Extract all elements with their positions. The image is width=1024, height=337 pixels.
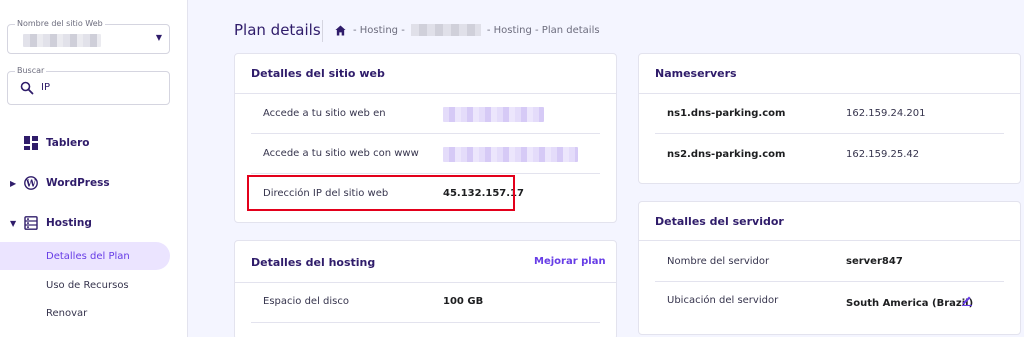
dashboard-icon xyxy=(24,136,38,150)
wordpress-icon: W xyxy=(24,176,38,190)
hosting-details-card: Detalles del hosting Mejorar plan Espaci… xyxy=(234,240,617,337)
server-location-value: South America (Brazil) xyxy=(846,298,974,309)
divider xyxy=(251,133,600,134)
card-title: Detalles del servidor xyxy=(655,215,784,228)
card-title: Detalles del sitio web xyxy=(251,67,385,80)
nameservers-card: Nameservers ns1.dns-parking.com 162.159.… xyxy=(638,53,1021,184)
nameserver-1: ns1.dns-parking.com xyxy=(667,108,786,119)
disk-space-value: 100 GB xyxy=(443,296,484,307)
breadcrumb-plan-details[interactable]: - Hosting - Plan details xyxy=(487,25,600,36)
hosting-icon xyxy=(24,216,38,230)
sidebar-subitem-renovar[interactable]: Renovar xyxy=(0,299,170,327)
divider xyxy=(639,240,1020,241)
site-select-legend: Nombre del sitio Web xyxy=(15,19,105,28)
sidebar-item-hosting[interactable]: ▼ Hosting xyxy=(0,212,188,234)
website-www-url-blurred[interactable] xyxy=(443,147,578,162)
chevron-down-icon[interactable]: ▼ xyxy=(10,219,16,228)
site-select-value-blurred xyxy=(23,34,101,47)
sidebar-subitem-label: Uso de Recursos xyxy=(46,279,129,291)
sidebar-item-wordpress[interactable]: ▶ W WordPress xyxy=(0,172,188,194)
breadcrumb-domain-blurred[interactable] xyxy=(410,24,481,36)
page-title: Plan details xyxy=(234,21,321,39)
divider xyxy=(235,282,616,283)
sidebar-subitem-uso-de-recursos[interactable]: Uso de Recursos xyxy=(0,271,170,299)
sidebar-item-label: Hosting xyxy=(46,217,92,229)
sidebar-subitem-label: Renovar xyxy=(46,307,88,319)
nameserver-2-ip: 162.159.25.42 xyxy=(846,149,920,160)
website-details-card: Detalles del sitio web Accede a tu sitio… xyxy=(234,53,617,223)
nameserver-1-ip: 162.159.24.201 xyxy=(846,108,926,119)
row-label: Accede a tu sitio web con www xyxy=(263,148,419,159)
edit-pencil-icon[interactable] xyxy=(961,294,973,306)
title-separator xyxy=(322,20,323,42)
divider xyxy=(251,173,600,174)
row-label: Ubicación del servidor xyxy=(667,295,779,306)
sidebar-subitem-label: Detalles del Plan xyxy=(46,250,130,262)
row-label: Espacio del disco xyxy=(263,296,349,307)
sidebar-item-label: WordPress xyxy=(46,177,110,189)
card-title: Detalles del hosting xyxy=(251,256,376,269)
nameserver-2: ns2.dns-parking.com xyxy=(667,149,786,160)
search-legend: Buscar xyxy=(15,66,47,75)
svg-text:W: W xyxy=(25,179,37,189)
search-value: IP xyxy=(41,82,50,93)
server-details-card: Detalles del servidor Nombre del servido… xyxy=(638,201,1021,335)
divider xyxy=(639,93,1020,94)
divider xyxy=(655,133,1004,134)
upgrade-plan-link[interactable]: Mejorar plan xyxy=(534,256,606,267)
sidebar-subitem-detalles-del-plan[interactable]: Detalles del Plan xyxy=(0,242,170,270)
divider xyxy=(251,322,600,323)
sidebar: Nombre del sitio Web ▼ Buscar IP Tablero… xyxy=(0,0,188,337)
website-url-blurred[interactable] xyxy=(443,107,544,122)
sidebar-item-label: Tablero xyxy=(46,137,90,149)
server-name-value: server847 xyxy=(846,256,903,267)
divider xyxy=(235,93,616,94)
search-input[interactable]: Buscar IP xyxy=(7,66,170,105)
breadcrumb-hosting[interactable]: - Hosting - xyxy=(353,25,405,36)
caret-down-icon[interactable]: ▼ xyxy=(156,33,162,42)
chevron-right-icon[interactable]: ▶ xyxy=(10,179,16,188)
card-title: Nameservers xyxy=(655,67,737,80)
row-label: Accede a tu sitio web en xyxy=(263,108,386,119)
site-select[interactable]: Nombre del sitio Web ▼ xyxy=(7,19,170,54)
home-icon[interactable] xyxy=(335,24,346,36)
row-label: Nombre del servidor xyxy=(667,256,770,267)
search-icon xyxy=(20,81,34,95)
breadcrumb: - Hosting - - Hosting - Plan details xyxy=(335,24,600,36)
ip-highlight-box xyxy=(247,175,515,211)
sidebar-item-tablero[interactable]: Tablero xyxy=(0,132,188,154)
divider xyxy=(655,281,1004,282)
